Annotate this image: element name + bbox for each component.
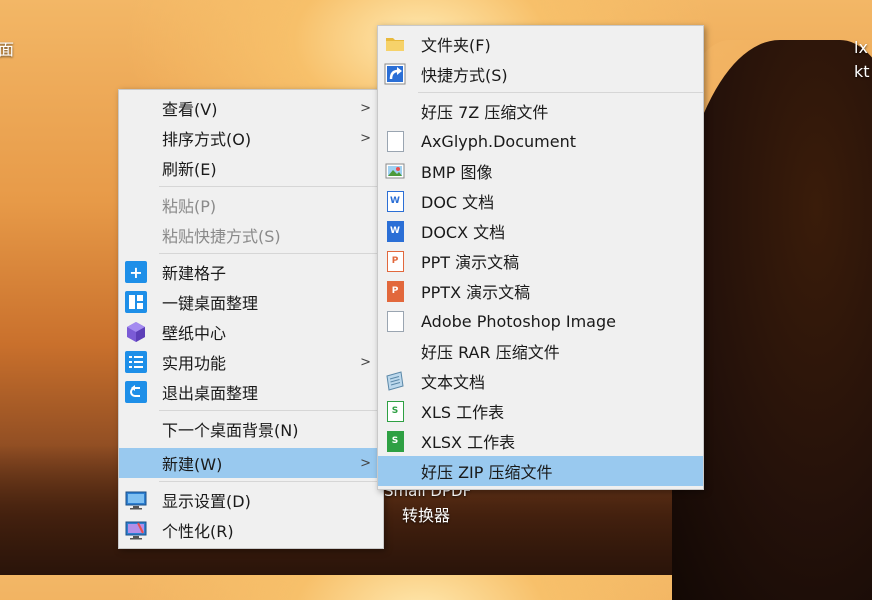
submenu-item-zip[interactable]: 好压 ZIP 压缩文件 — [378, 456, 703, 486]
submenu-item-photoshop-label: Adobe Photoshop Image — [421, 311, 616, 331]
menu-item-view[interactable]: 查看(V) > — [119, 93, 383, 123]
blank-document-icon — [384, 310, 406, 332]
menu-item-wallpaper-center-label: 壁纸中心 — [162, 324, 227, 343]
submenu-item-pptx-label: PPTX 演示文稿 — [421, 283, 531, 302]
submenu-item-7z[interactable]: 好压 7Z 压缩文件 — [378, 96, 703, 126]
presentation-icon: P — [384, 280, 406, 302]
spreadsheet-icon: S — [384, 430, 406, 452]
submenu-item-folder-label: 文件夹(F) — [421, 36, 491, 55]
menu-item-paste-label: 粘贴(P) — [162, 197, 217, 216]
word-document-icon: W — [384, 190, 406, 212]
menu-item-paste: 粘贴(P) — [119, 190, 383, 220]
submenu-item-zip-label: 好压 ZIP 压缩文件 — [421, 463, 553, 482]
menu-item-refresh-label: 刷新(E) — [162, 160, 217, 179]
presentation-icon: P — [384, 250, 406, 272]
submenu-item-pptx[interactable]: P PPTX 演示文稿 — [378, 276, 703, 306]
submenu-item-text[interactable]: 文本文档 — [378, 366, 703, 396]
spreadsheet-icon: S — [384, 400, 406, 422]
submenu-item-xls[interactable]: S XLS 工作表 — [378, 396, 703, 426]
menu-item-display-settings-label: 显示设置(D) — [162, 492, 251, 511]
desktop-icon-label-pdf-2[interactable]: 转换器 — [402, 502, 450, 526]
chevron-right-icon: > — [360, 100, 371, 116]
submenu-item-text-label: 文本文档 — [421, 373, 486, 392]
menu-item-personalize[interactable]: 个性化(R) — [119, 515, 383, 545]
blank-document-icon — [384, 130, 406, 152]
submenu-item-xlsx[interactable]: S XLSX 工作表 — [378, 426, 703, 456]
submenu-item-shortcut[interactable]: 快捷方式(S) — [378, 59, 703, 89]
menu-item-sort[interactable]: 排序方式(O) > — [119, 123, 383, 153]
menu-separator — [159, 481, 383, 482]
submenu-item-axglyph-label: AxGlyph.Document — [421, 131, 576, 151]
layout-grid-icon — [125, 291, 147, 313]
submenu-item-docx-label: DOCX 文档 — [421, 223, 506, 242]
desktop-context-menu: 查看(V) > 排序方式(O) > 刷新(E) 粘贴(P) 粘贴快捷方式(S) … — [118, 89, 384, 549]
submenu-item-xlsx-label: XLSX 工作表 — [421, 433, 516, 452]
menu-item-new[interactable]: 新建(W) > — [119, 448, 383, 478]
menu-item-wallpaper-center[interactable]: 壁纸中心 — [119, 317, 383, 347]
plus-icon: + — [125, 261, 147, 283]
menu-item-utilities[interactable]: 实用功能 > — [119, 347, 383, 377]
submenu-item-folder[interactable]: 文件夹(F) — [378, 29, 703, 59]
menu-item-personalize-label: 个性化(R) — [162, 522, 234, 541]
menu-item-refresh[interactable]: 刷新(E) — [119, 153, 383, 183]
menu-item-new-grid-label: 新建格子 — [162, 264, 227, 283]
menu-item-sort-label: 排序方式(O) — [162, 130, 252, 149]
return-arrow-icon — [125, 381, 147, 403]
menu-item-exit-organize-label: 退出桌面整理 — [162, 384, 259, 403]
menu-item-next-background-label: 下一个桌面背景(N) — [162, 421, 299, 440]
submenu-item-photoshop[interactable]: Adobe Photoshop Image — [378, 306, 703, 336]
submenu-item-doc[interactable]: W DOC 文档 — [378, 186, 703, 216]
menu-item-exit-organize[interactable]: 退出桌面整理 — [119, 377, 383, 407]
submenu-item-doc-label: DOC 文档 — [421, 193, 495, 212]
submenu-item-docx[interactable]: W DOCX 文档 — [378, 216, 703, 246]
submenu-item-ppt-label: PPT 演示文稿 — [421, 253, 520, 272]
menu-item-paste-shortcut: 粘贴快捷方式(S) — [119, 220, 383, 250]
personalize-icon — [125, 519, 147, 541]
submenu-item-bmp-label: BMP 图像 — [421, 163, 493, 182]
submenu-item-ppt[interactable]: P PPT 演示文稿 — [378, 246, 703, 276]
menu-item-display-settings[interactable]: 显示设置(D) — [119, 485, 383, 515]
shortcut-arrow-icon — [384, 63, 406, 85]
desktop-icon-label-right-1[interactable]: lx — [854, 38, 868, 57]
menu-item-next-background[interactable]: 下一个桌面背景(N) — [119, 414, 383, 444]
desktop-icon-label-right-2[interactable]: kt — [854, 62, 870, 81]
cube-icon — [125, 321, 147, 343]
menu-item-utilities-label: 实用功能 — [162, 354, 227, 373]
chevron-right-icon: > — [360, 130, 371, 146]
menu-separator — [159, 186, 383, 187]
chevron-right-icon: > — [360, 354, 371, 370]
new-submenu: 文件夹(F) 快捷方式(S) 好压 7Z 压缩文件 AxGlyph.Docume… — [377, 25, 704, 490]
image-icon — [384, 160, 406, 182]
word-document-icon: W — [384, 220, 406, 242]
submenu-item-rar[interactable]: 好压 RAR 压缩文件 — [378, 336, 703, 366]
menu-item-new-label: 新建(W) — [162, 455, 223, 474]
folder-icon — [384, 33, 406, 55]
submenu-item-rar-label: 好压 RAR 压缩文件 — [421, 343, 560, 362]
menu-separator — [418, 92, 703, 93]
submenu-item-axglyph[interactable]: AxGlyph.Document — [378, 126, 703, 156]
desktop-icon-label-left[interactable]: 面 — [0, 36, 14, 60]
menu-separator — [159, 410, 383, 411]
list-icon — [125, 351, 147, 373]
submenu-item-xls-label: XLS 工作表 — [421, 403, 505, 422]
submenu-item-shortcut-label: 快捷方式(S) — [421, 66, 508, 85]
menu-item-one-click-organize[interactable]: 一键桌面整理 — [119, 287, 383, 317]
monitor-icon — [125, 489, 147, 511]
notepad-icon — [384, 370, 406, 392]
menu-item-view-label: 查看(V) — [162, 100, 218, 119]
chevron-right-icon: > — [360, 455, 371, 471]
menu-item-paste-shortcut-label: 粘贴快捷方式(S) — [162, 227, 281, 246]
menu-item-one-click-organize-label: 一键桌面整理 — [162, 294, 259, 313]
submenu-item-bmp[interactable]: BMP 图像 — [378, 156, 703, 186]
menu-item-new-grid[interactable]: + 新建格子 — [119, 257, 383, 287]
submenu-item-7z-label: 好压 7Z 压缩文件 — [421, 103, 549, 122]
menu-separator — [159, 253, 383, 254]
